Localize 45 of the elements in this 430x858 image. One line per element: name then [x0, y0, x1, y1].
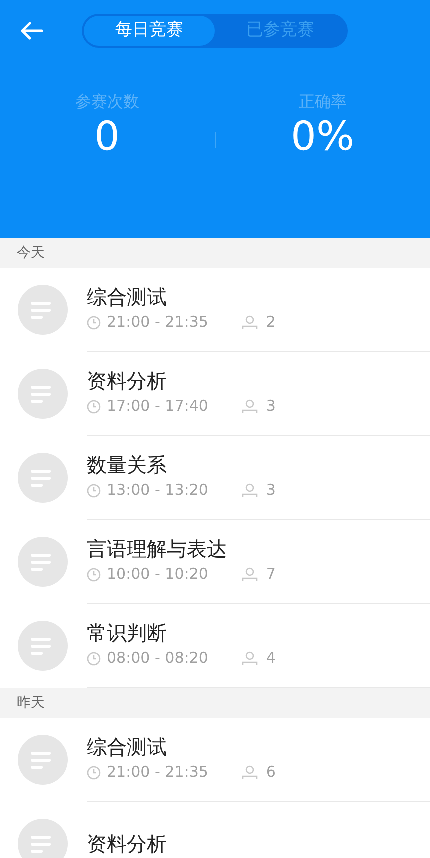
person-icon — [242, 399, 258, 414]
participant-count: 6 — [266, 762, 276, 784]
stat-value: 0% — [291, 114, 354, 160]
stat-label: 参赛次数 — [75, 91, 140, 113]
time-range: 13:00 - 13:20 — [107, 480, 208, 502]
section-title: 昨天 — [17, 694, 45, 712]
clock-icon — [87, 652, 101, 666]
contest-title: 常识判断 — [87, 621, 168, 646]
clock-icon — [87, 568, 101, 582]
time-range: 21:00 - 21:35 — [107, 762, 208, 784]
time-range: 08:00 - 08:20 — [107, 648, 208, 670]
participant-count: 3 — [266, 480, 276, 502]
stat-value: 0 — [94, 114, 120, 160]
contest-title: 数量关系 — [87, 453, 168, 478]
clock-icon — [87, 400, 101, 414]
participant-count: 3 — [266, 396, 276, 418]
participant-count: 7 — [266, 564, 276, 586]
back-arrow-icon[interactable] — [21, 22, 43, 40]
list-icon — [18, 819, 68, 858]
person-icon — [242, 567, 258, 582]
participant-count: 2 — [266, 312, 276, 334]
list-icon — [18, 735, 68, 785]
contest-title: 综合测试 — [87, 285, 168, 310]
contest-title: 言语理解与表达 — [87, 537, 228, 562]
contest-title: 资料分析 — [87, 369, 168, 394]
person-icon — [242, 315, 258, 330]
list-icon — [18, 537, 68, 587]
list-icon — [18, 369, 68, 419]
participant-count: 4 — [266, 648, 276, 670]
person-icon — [242, 765, 258, 780]
time-range: 21:00 - 21:35 — [107, 312, 208, 334]
section-title: 今天 — [17, 244, 45, 262]
clock-icon — [87, 484, 101, 498]
contest-title: 综合测试 — [87, 735, 168, 760]
list-icon — [18, 621, 68, 671]
stat-label: 正确率 — [298, 91, 347, 113]
contest-title: 资料分析 — [87, 832, 168, 856]
time-range: 17:00 - 17:40 — [107, 396, 208, 418]
list-icon — [18, 285, 68, 335]
time-range: 10:00 - 10:20 — [107, 564, 208, 586]
clock-icon — [87, 316, 101, 330]
person-icon — [242, 483, 258, 498]
person-icon — [242, 651, 258, 666]
clock-icon — [87, 766, 101, 780]
list-icon — [18, 453, 68, 503]
